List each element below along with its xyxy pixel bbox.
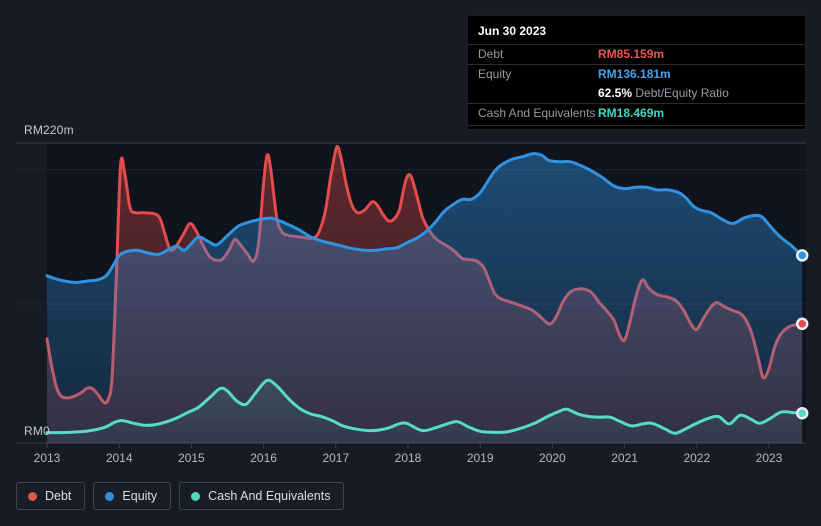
- x-axis-label-2015: 2015: [178, 451, 205, 465]
- chart-tooltip: Jun 30 2023 Debt RM85.159m Equity RM136.…: [467, 15, 806, 130]
- tooltip-cash-value: RM18.469m: [598, 106, 665, 120]
- tooltip-equity-row: Equity RM136.181m: [468, 64, 805, 84]
- tooltip-equity-label: Equity: [478, 67, 512, 81]
- tooltip-cash-label: Cash And Equivalents: [478, 106, 596, 120]
- chart-legend: Debt Equity Cash And Equivalents: [16, 482, 345, 510]
- y-axis-zero-label: RM0: [24, 424, 50, 438]
- cash-and-equivalents-end-marker[interactable]: [795, 406, 809, 420]
- x-axis-label-2020: 2020: [539, 451, 566, 465]
- legend-label: Equity: [122, 489, 158, 503]
- debt-equity-chart-widget: RM220m RM0 2013 2014 2015 2016 2017 2018 2019 2…: [0, 0, 821, 526]
- x-axis-label-2022: 2022: [683, 451, 711, 465]
- debt-end-marker[interactable]: [795, 317, 809, 331]
- legend-item-equity[interactable]: Equity: [93, 482, 172, 510]
- tooltip-date: Jun 30 2023: [478, 24, 547, 38]
- legend-item-debt[interactable]: Debt: [16, 482, 86, 510]
- tooltip-ratio-value: 62.5% Debt/Equity Ratio: [598, 86, 729, 100]
- equity-end-marker[interactable]: [795, 249, 809, 262]
- plot-texture: [47, 143, 806, 443]
- tooltip-debt-label: Debt: [478, 47, 504, 61]
- legend-label: Debt: [45, 489, 72, 503]
- equity-legend-dot: [105, 491, 115, 501]
- tooltip-debt-value: RM85.159m: [598, 47, 665, 61]
- x-axis-label-2018: 2018: [394, 451, 422, 465]
- x-axis-label-2021: 2021: [611, 451, 638, 465]
- legend-item-cash-and-equivalents[interactable]: Cash And Equivalents: [179, 482, 345, 510]
- cash-and-equivalents-legend-dot: [191, 491, 201, 501]
- tooltip-cash-row: Cash And Equivalents RM18.469m: [468, 103, 805, 126]
- tooltip-debt-row: Debt RM85.159m: [468, 44, 805, 64]
- x-axis-label-2016: 2016: [250, 451, 277, 465]
- legend-label: Cash And Equivalents: [208, 489, 331, 503]
- debt-legend-dot: [28, 491, 37, 501]
- x-axis-label-2014: 2014: [105, 451, 133, 465]
- x-axis-label-2019: 2019: [466, 451, 494, 465]
- y-axis-max-label: RM220m: [24, 123, 74, 137]
- x-axis-label-2013: 2013: [33, 451, 61, 465]
- tooltip-ratio-row: 62.5% Debt/Equity Ratio: [468, 84, 805, 103]
- x-axis-label-2023: 2023: [755, 451, 783, 465]
- x-axis-label-2017: 2017: [322, 451, 350, 465]
- tooltip-equity-value: RM136.181m: [598, 67, 671, 81]
